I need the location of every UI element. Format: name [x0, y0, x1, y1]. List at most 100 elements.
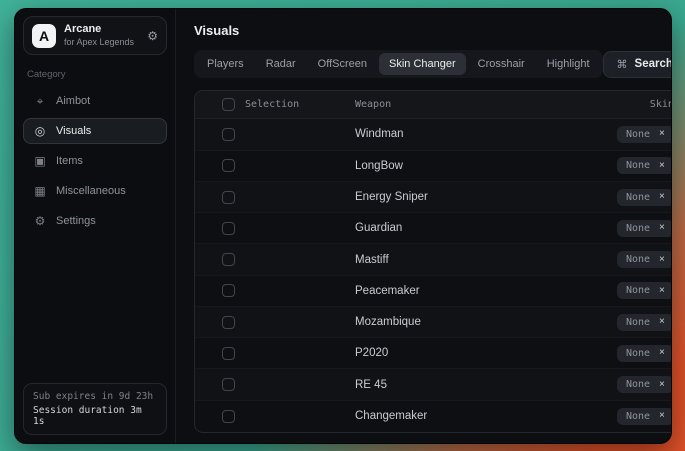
app-logo: A: [32, 24, 56, 48]
clear-skin-icon[interactable]: ×: [659, 129, 665, 139]
clear-skin-icon[interactable]: ×: [659, 255, 665, 265]
row-checkbox[interactable]: [222, 128, 235, 141]
sidebar-item-aimbot[interactable]: ⌖ Aimbot: [23, 88, 167, 114]
table-row: P2020 None ×: [195, 338, 672, 369]
skin-value: None: [626, 317, 650, 328]
tab-highlight[interactable]: Highlight: [537, 53, 600, 75]
category-label: Category: [27, 69, 163, 80]
skin-value: None: [626, 223, 650, 234]
table-row: Changemaker None ×: [195, 401, 672, 432]
skin-badge[interactable]: None ×: [617, 126, 672, 143]
tab-skin-changer[interactable]: Skin Changer: [379, 53, 466, 75]
table-row: LongBow None ×: [195, 151, 672, 182]
main-panel: Visuals PlayersRadarOffScreenSkin Change…: [176, 9, 672, 443]
weapon-name: Mastiff: [355, 254, 556, 266]
command-shortcut-icon: ⌘: [617, 58, 628, 71]
skin-badge[interactable]: None ×: [617, 376, 672, 393]
search-button[interactable]: ⌘ Search: [603, 51, 672, 78]
weapon-name: RE 45: [355, 379, 556, 391]
app-title: Arcane: [64, 23, 139, 37]
skin-badge[interactable]: None ×: [617, 189, 672, 206]
row-checkbox[interactable]: [222, 191, 235, 204]
tab-offscreen[interactable]: OffScreen: [308, 53, 377, 75]
toolbar: PlayersRadarOffScreenSkin ChangerCrossha…: [194, 50, 672, 78]
header-skin: Skin: [556, 99, 672, 110]
skin-badge[interactable]: None ×: [617, 251, 672, 268]
tab-players[interactable]: Players: [197, 53, 254, 75]
skin-value: None: [626, 160, 650, 171]
items-box-icon: ▣: [33, 154, 47, 168]
clear-skin-icon[interactable]: ×: [659, 317, 665, 327]
table-row: Windman None ×: [195, 119, 672, 150]
row-checkbox[interactable]: [222, 284, 235, 297]
skin-value: None: [626, 411, 650, 422]
row-checkbox[interactable]: [222, 347, 235, 360]
row-checkbox[interactable]: [222, 222, 235, 235]
table-row: Peacemaker None ×: [195, 276, 672, 307]
row-checkbox[interactable]: [222, 378, 235, 391]
sidebar-item-items[interactable]: ▣ Items: [23, 148, 167, 174]
skin-table: Selection Weapon Skin Windman None × Lon…: [194, 90, 672, 433]
tab-bar: PlayersRadarOffScreenSkin ChangerCrossha…: [194, 50, 603, 78]
clear-skin-icon[interactable]: ×: [659, 161, 665, 171]
table-row: RE 45 None ×: [195, 369, 672, 400]
sidebar-item-settings[interactable]: ⚙ Settings: [23, 208, 167, 234]
session-duration-text: Session duration 3m 1s: [33, 405, 157, 427]
subscription-card: Sub expires in 9d 23h Session duration 3…: [23, 383, 167, 435]
app-subtitle: for Apex Legends: [64, 37, 139, 48]
table-row: Mastiff None ×: [195, 244, 672, 275]
search-button-label: Search: [635, 58, 672, 70]
header-weapon: Weapon: [355, 99, 556, 110]
tab-radar[interactable]: Radar: [256, 53, 306, 75]
skin-value: None: [626, 285, 650, 296]
weapon-name: Energy Sniper: [355, 191, 556, 203]
sidebar: A Arcane for Apex Legends ⚙ Category ⌖ A…: [15, 9, 176, 443]
skin-badge[interactable]: None ×: [617, 408, 672, 425]
weapon-name: LongBow: [355, 160, 556, 172]
table-header-row: Selection Weapon Skin: [195, 91, 672, 119]
weapon-name: P2020: [355, 347, 556, 359]
skin-badge[interactable]: None ×: [617, 157, 672, 174]
sidebar-nav: ⌖ Aimbot ◎ Visuals ▣ Items ▦ Miscellaneo…: [23, 88, 167, 234]
row-checkbox[interactable]: [222, 316, 235, 329]
weapon-name: Peacemaker: [355, 285, 556, 297]
weapon-name: Windman: [355, 128, 556, 140]
visuals-eye-icon: ◎: [33, 124, 47, 138]
clear-skin-icon[interactable]: ×: [659, 286, 665, 296]
skin-badge[interactable]: None ×: [617, 345, 672, 362]
table-row: Guardian None ×: [195, 213, 672, 244]
app-meta: Arcane for Apex Legends: [64, 23, 139, 48]
skin-value: None: [626, 348, 650, 359]
row-checkbox[interactable]: [222, 410, 235, 423]
sidebar-item-label: Miscellaneous: [56, 185, 126, 197]
clear-skin-icon[interactable]: ×: [659, 192, 665, 202]
row-checkbox[interactable]: [222, 253, 235, 266]
tab-crosshair[interactable]: Crosshair: [468, 53, 535, 75]
sidebar-item-label: Aimbot: [56, 95, 90, 107]
sidebar-item-label: Items: [56, 155, 83, 167]
clear-skin-icon[interactable]: ×: [659, 411, 665, 421]
skin-value: None: [626, 379, 650, 390]
app-gear-icon[interactable]: ⚙: [147, 29, 158, 43]
row-checkbox[interactable]: [222, 159, 235, 172]
sidebar-item-label: Settings: [56, 215, 96, 227]
sidebar-spacer: [23, 234, 167, 383]
table-row: Mozambique None ×: [195, 307, 672, 338]
sidebar-item-visuals[interactable]: ◎ Visuals: [23, 118, 167, 144]
skin-value: None: [626, 254, 650, 265]
sub-expiry-text: Sub expires in 9d 23h: [33, 391, 157, 402]
miscellaneous-grid-icon: ▦: [33, 184, 47, 198]
sidebar-item-miscellaneous[interactable]: ▦ Miscellaneous: [23, 178, 167, 204]
clear-skin-icon[interactable]: ×: [659, 380, 665, 390]
sidebar-item-label: Visuals: [56, 125, 91, 137]
weapon-name: Guardian: [355, 222, 556, 234]
skin-badge[interactable]: None ×: [617, 314, 672, 331]
skin-value: None: [626, 129, 650, 140]
select-all-checkbox[interactable]: [222, 98, 235, 111]
page-title: Visuals: [194, 23, 672, 38]
skin-badge[interactable]: None ×: [617, 282, 672, 299]
clear-skin-icon[interactable]: ×: [659, 223, 665, 233]
header-selection: Selection: [235, 99, 355, 110]
skin-badge[interactable]: None ×: [617, 220, 672, 237]
clear-skin-icon[interactable]: ×: [659, 348, 665, 358]
